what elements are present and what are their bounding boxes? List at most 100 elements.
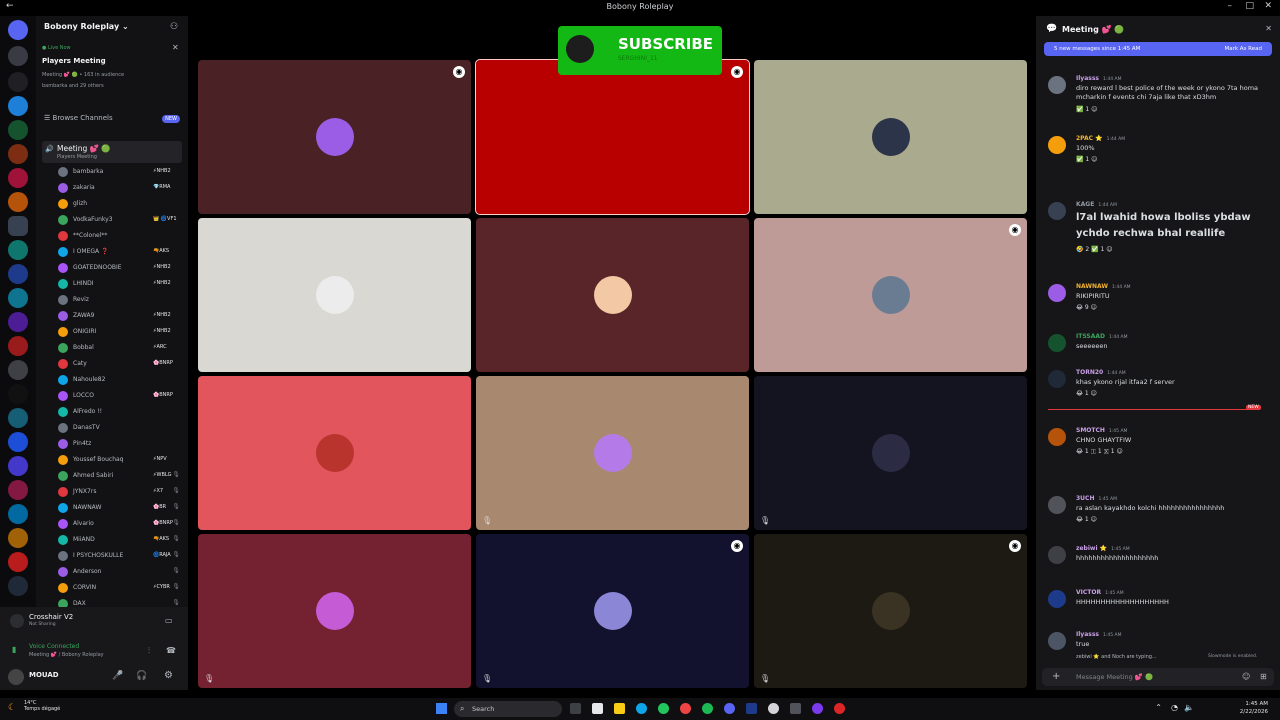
taskbar-search[interactable]: ⌕ Search xyxy=(454,701,562,717)
member-row[interactable]: VodkaFunky3 👑 🌀VF1 xyxy=(58,214,182,228)
member-row[interactable]: NAWNAW 🌸BR 🎙 xyxy=(58,502,182,516)
signal-icon[interactable]: ▮ xyxy=(12,645,16,654)
member-row[interactable]: JYNX7rs ⚡X7 🎙 xyxy=(58,486,182,500)
clock[interactable]: 1:45 AM 2/22/2026 xyxy=(1240,700,1268,716)
video-tile[interactable]: ◉ 🎙 xyxy=(754,534,1027,688)
noise-suppression-icon[interactable]: ⫶ xyxy=(148,646,150,656)
weather-icon[interactable]: ☾ xyxy=(8,703,16,713)
video-tile[interactable]: ◉ xyxy=(198,60,471,214)
member-row[interactable]: AlFredo !! xyxy=(58,406,182,420)
member-row[interactable]: ONIGIRI ⚡NHB2 xyxy=(58,326,182,340)
headphones-icon[interactable]: 🎧 xyxy=(136,671,147,681)
server-icon[interactable] xyxy=(8,576,28,596)
message-author[interactable]: 2PAC ⭐ 1:44 AM xyxy=(1076,135,1125,142)
server-icon[interactable] xyxy=(8,456,28,476)
member-row[interactable]: DanasTV xyxy=(58,422,182,436)
message-author[interactable]: KAGE 1:44 AM xyxy=(1076,201,1117,208)
server-icon[interactable] xyxy=(8,552,28,572)
message-reactions[interactable]: 😂 9 ☺ xyxy=(1076,304,1097,311)
voice-status[interactable]: Voice Connected xyxy=(29,643,79,650)
minimize-icon[interactable]: – xyxy=(1228,1,1233,11)
server-icon[interactable] xyxy=(8,504,28,524)
close-event-icon[interactable]: ✕ xyxy=(172,43,179,52)
server-icon[interactable] xyxy=(8,336,28,356)
server-icon[interactable] xyxy=(8,72,28,92)
avatar[interactable] xyxy=(8,669,24,685)
message-input[interactable]: + Message Meeting 💕 🟢 ☺ ⊞ xyxy=(1042,668,1274,686)
mark-as-read-button[interactable]: Mark As Read xyxy=(1224,46,1262,52)
username[interactable]: MOUAD xyxy=(29,671,59,679)
server-icon[interactable] xyxy=(8,46,28,66)
server-icon[interactable] xyxy=(8,432,28,452)
weather-widget[interactable]: 14°C Temps dégagé xyxy=(24,700,60,712)
server-icon[interactable] xyxy=(8,384,28,404)
server-name[interactable]: Bobony Roleplay ⌄ xyxy=(44,22,129,31)
maximize-icon[interactable]: □ xyxy=(1245,1,1254,11)
message-author[interactable]: NAWNAW 1:44 AM xyxy=(1076,283,1131,290)
server-icon[interactable] xyxy=(8,216,28,236)
mute-icon[interactable]: 🎤 xyxy=(112,671,123,681)
video-tile[interactable] xyxy=(198,376,471,530)
server-icon[interactable] xyxy=(8,96,28,116)
server-icon[interactable] xyxy=(8,168,28,188)
member-row[interactable]: zakaria 💎RMA xyxy=(58,182,182,196)
video-tile[interactable]: 🎙 xyxy=(754,376,1027,530)
member-row[interactable]: MiiAND 🔫AKS 🎙 xyxy=(58,534,182,548)
close-chat-icon[interactable]: ✕ xyxy=(1265,24,1272,33)
member-row[interactable]: Caty 🌸BNRP xyxy=(58,358,182,372)
steam-icon[interactable] xyxy=(768,703,779,714)
new-messages-bar[interactable]: 5 new messages since 1:45 AM Mark As Rea… xyxy=(1044,42,1272,56)
server-icon[interactable] xyxy=(8,264,28,284)
member-row[interactable]: CORVIN ⚡CYBR 🎙 xyxy=(58,582,182,596)
member-row[interactable]: Pin4tz xyxy=(58,438,182,452)
voice-channel-meeting[interactable]: 🔊 Meeting 💕 🟢 Players Meeting xyxy=(42,141,182,163)
tray-chevron-icon[interactable]: ⌃ xyxy=(1155,703,1162,712)
screen-share-icon[interactable]: ▭ xyxy=(165,616,173,625)
whatsapp-icon[interactable] xyxy=(658,703,669,714)
add-attachment-icon[interactable]: + xyxy=(1052,671,1060,682)
video-tile[interactable] xyxy=(476,218,749,372)
disconnect-icon[interactable]: ☎ xyxy=(166,646,176,655)
member-row[interactable]: Bobbal ⚡ARC xyxy=(58,342,182,356)
server-icon[interactable] xyxy=(8,360,28,380)
edge-icon[interactable] xyxy=(636,703,647,714)
event-title[interactable]: Players Meeting xyxy=(42,57,106,65)
server-icon[interactable] xyxy=(8,20,28,40)
video-tile[interactable] xyxy=(198,218,471,372)
message-reactions[interactable]: ✅ 1 ☺ xyxy=(1076,156,1097,163)
server-icon[interactable] xyxy=(8,120,28,140)
app-icon[interactable] xyxy=(790,703,801,714)
app-icon[interactable] xyxy=(746,703,757,714)
server-icon[interactable] xyxy=(8,144,28,164)
start-icon[interactable] xyxy=(436,703,447,714)
emoji-icon[interactable]: ☺ xyxy=(1242,672,1250,681)
message-reactions[interactable]: ✅ 1 ☺ xyxy=(1076,106,1097,113)
member-row[interactable]: glizh xyxy=(58,198,182,212)
app-icon[interactable] xyxy=(812,703,823,714)
gear-icon[interactable]: ⚙ xyxy=(164,670,173,681)
volume-icon[interactable]: 🔈 xyxy=(1184,703,1194,712)
member-row[interactable]: GOATEDNOOBIE ⚡NHB2 xyxy=(58,262,182,276)
chrome-icon[interactable] xyxy=(680,703,691,714)
message-author[interactable]: 3UCH 1:45 AM xyxy=(1076,495,1117,502)
member-row[interactable]: ZAWA9 ⚡NHB2 xyxy=(58,310,182,324)
server-icon[interactable] xyxy=(8,480,28,500)
store-icon[interactable] xyxy=(592,703,603,714)
server-icon[interactable] xyxy=(8,192,28,212)
server-icon[interactable] xyxy=(8,528,28,548)
file-explorer-icon[interactable] xyxy=(614,703,625,714)
app-icon[interactable] xyxy=(834,703,845,714)
member-row[interactable]: bambarka ⚡NHB2 xyxy=(58,166,182,180)
apps-icon[interactable]: ⊞ xyxy=(1260,672,1267,681)
member-row[interactable]: I OMEGA ❓ 🔫AKS xyxy=(58,246,182,260)
add-friend-icon[interactable]: ⚇ xyxy=(170,22,178,32)
message-reactions[interactable]: 😂 1 🇮 1 🇽 1 ☺ xyxy=(1076,448,1123,456)
video-tile[interactable]: ◉ xyxy=(475,59,750,215)
member-row[interactable]: Reviz xyxy=(58,294,182,308)
message-author[interactable]: TORN20 1:44 AM xyxy=(1076,369,1126,376)
message-author[interactable]: SMOTCH 1:45 AM xyxy=(1076,427,1127,434)
video-tile[interactable]: 🎙 xyxy=(476,376,749,530)
message-author[interactable]: Ilyasss 1:45 AM xyxy=(1076,631,1121,638)
video-tile[interactable] xyxy=(754,60,1027,214)
close-icon[interactable]: ✕ xyxy=(1264,1,1272,11)
